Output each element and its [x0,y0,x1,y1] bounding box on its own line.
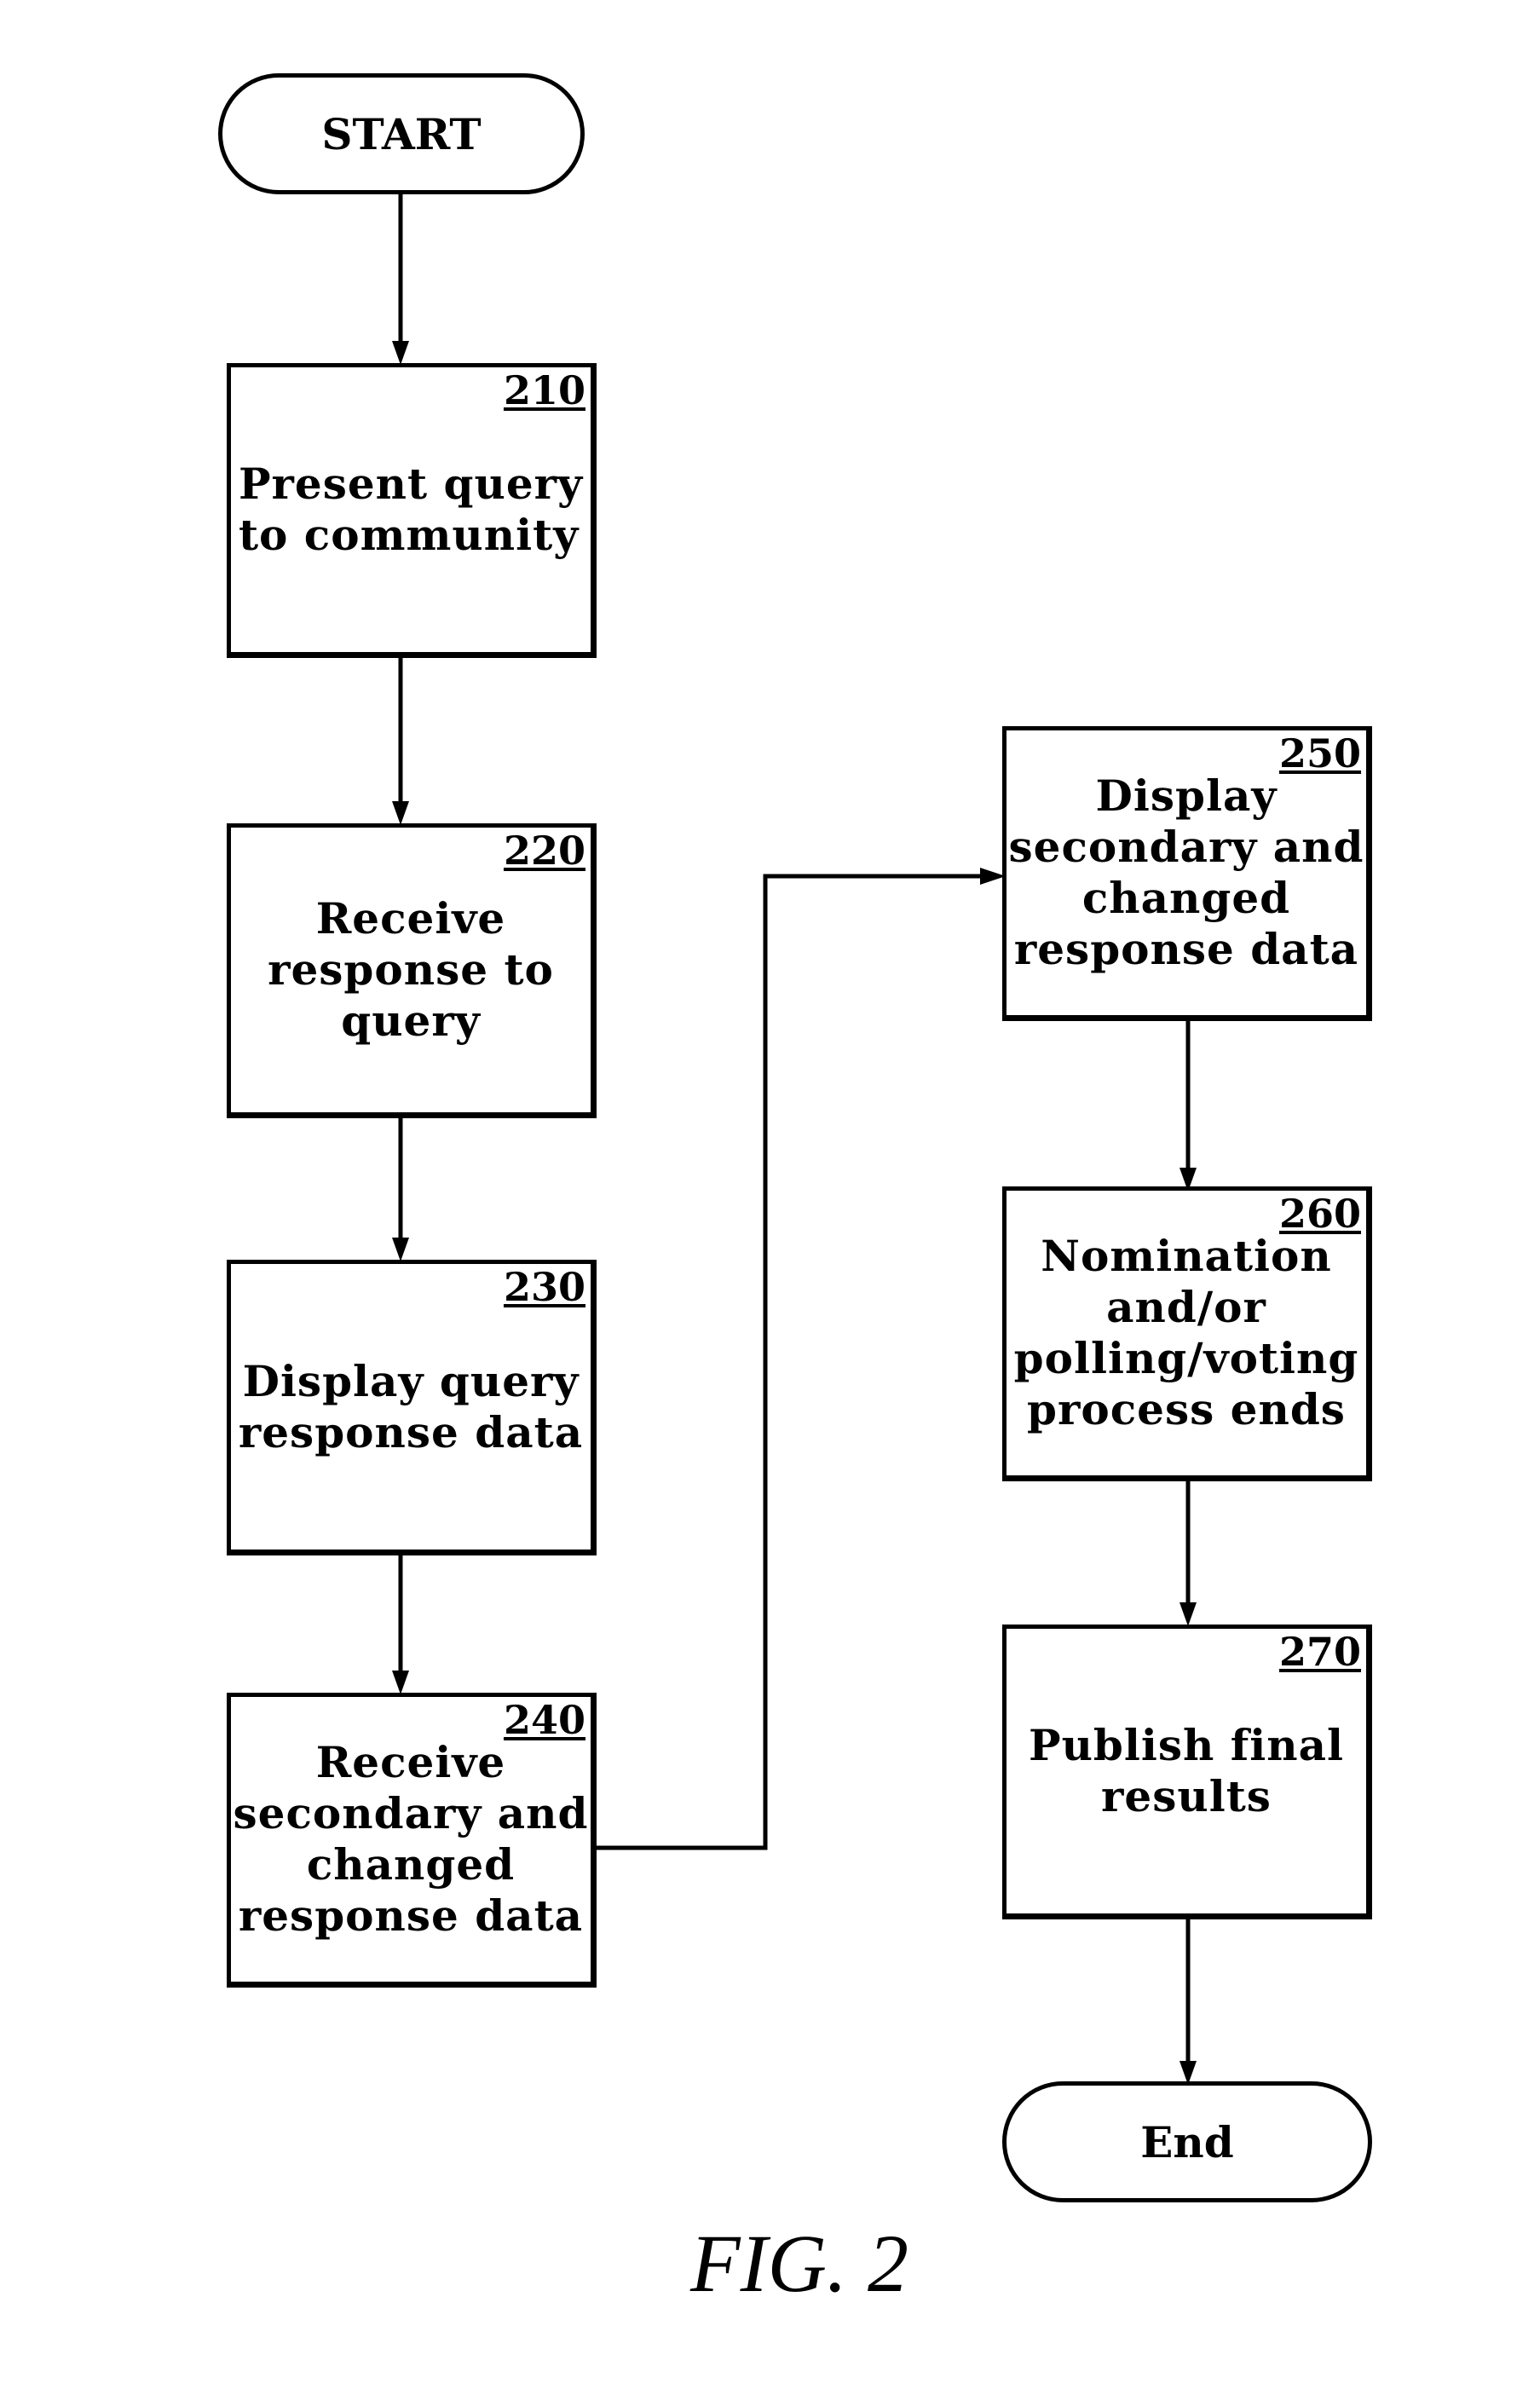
step-210: 210 Present query to community [227,363,597,658]
step-number: 260 [1278,1191,1361,1237]
step-label: Receive secondary and changed response d… [233,1737,589,1941]
step-number: 250 [1278,730,1361,776]
arrowhead-icon [392,1238,409,1261]
step-250: 250 Display secondary and changed respon… [1002,726,1372,1021]
step-label: Display secondary and changed response d… [1008,770,1364,974]
arrowhead-icon [392,1671,409,1694]
step-label: Receive response to query [268,893,554,1046]
step-240: 240 Receive secondary and changed respon… [227,1693,597,1988]
end-label: End [1140,2116,1234,2167]
step-label: Publish final results [1028,1720,1345,1821]
start-terminal: START [218,73,585,194]
start-label: START [321,108,482,159]
step-label: Display query response data [238,1355,584,1457]
step-230: 230 Display query response data [227,1260,597,1555]
arrowhead-icon [392,801,409,825]
step-260: 260 Nomination and/or polling/voting pro… [1002,1186,1372,1481]
step-label: Present query to community [238,459,584,560]
figure-caption: FIG. 2 [690,2218,908,2309]
step-270: 270 Publish final results [1002,1625,1372,1919]
end-terminal: End [1002,2081,1372,2202]
step-220: 220 Receive response to query [227,823,597,1118]
step-number: 210 [503,367,585,413]
arrow-240-250 [597,874,980,1850]
arrowhead-icon [1180,1602,1197,1626]
step-number: 220 [503,828,585,874]
step-number: 230 [503,1264,585,1310]
step-label: Nomination and/or polling/voting process… [1013,1231,1359,1434]
step-number: 270 [1278,1629,1361,1675]
arrowhead-icon [392,341,409,365]
step-number: 240 [503,1697,585,1743]
